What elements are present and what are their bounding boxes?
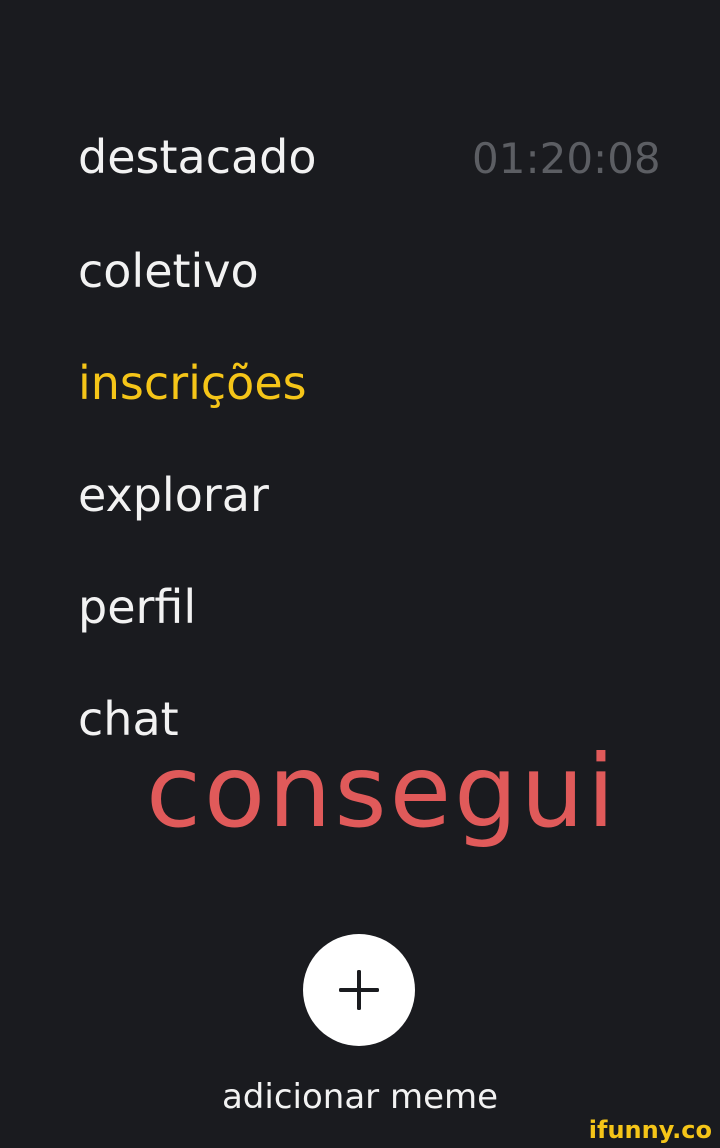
menu-item-coletivo[interactable]: coletivo [78,248,259,294]
overlay-text: consegui [146,733,618,850]
menu-item-inscricoes[interactable]: inscrições [78,360,307,406]
menu-item-explorar[interactable]: explorar [78,472,269,518]
menu-item-destacado[interactable]: destacado [78,134,317,180]
add-meme-button[interactable] [303,934,415,1046]
plus-icon [339,970,379,1010]
add-meme-label: adicionar meme [221,1077,499,1117]
watermark-logo: ifunny.co [588,1116,712,1144]
menu-item-perfil[interactable]: perfil [78,584,196,630]
timer: 01:20:08 [472,134,661,183]
